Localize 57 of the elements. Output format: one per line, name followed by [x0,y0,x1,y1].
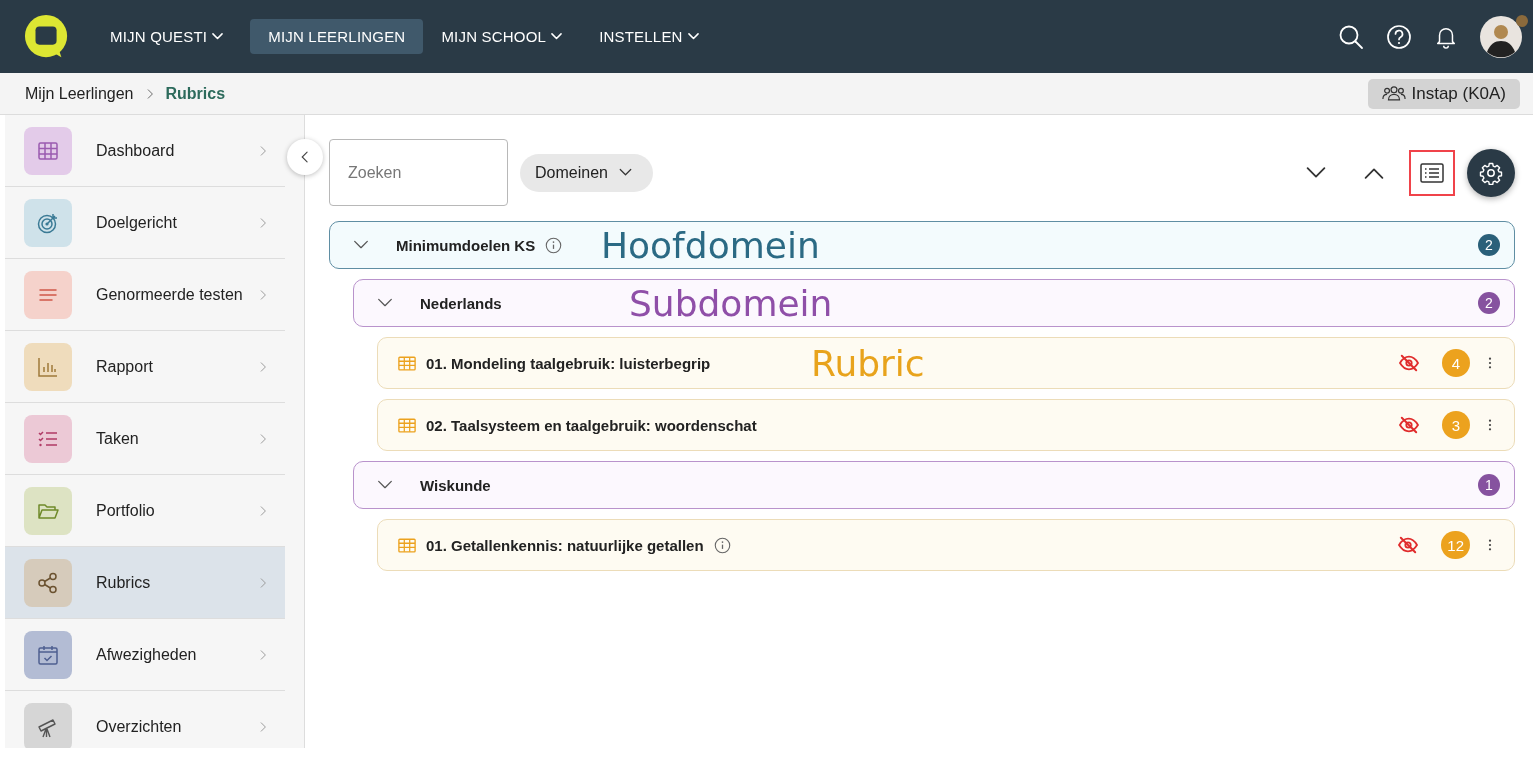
breadcrumb-link[interactable]: Mijn Leerlingen [25,84,134,103]
nav-tab[interactable]: MIJN QUESTI [100,19,243,54]
domain-title: Wiskunde [420,476,491,494]
sidebar-item[interactable]: Rubrics [5,547,285,619]
logo-icon [24,13,70,60]
people-icon [1381,84,1406,103]
more-icon[interactable] [1488,357,1492,369]
help-icon[interactable] [1386,23,1412,50]
list-icon [1420,162,1444,183]
breadcrumb-current: Rubrics [165,84,226,103]
nav-tab[interactable]: INSTELLEN [589,19,718,54]
nav-tab[interactable]: MIJN LEERLINGEN [250,19,424,54]
rubric-title: 02. Taalsysteem en taalgebruik: woordenschat [426,416,757,434]
sidebar-item[interactable]: Dashboard [5,115,285,187]
domain-row[interactable]: Wiskunde 1 [353,461,1515,509]
avatar[interactable] [1480,15,1522,58]
search-icon[interactable] [1338,23,1364,50]
eye-off-icon[interactable] [1398,354,1420,372]
rubric-row[interactable]: 02. Taalsysteem en taalgebruik: woordenschat 3 [377,399,1515,451]
settings-icon [1479,160,1503,185]
class-button[interactable]: Instap (K0A) [1367,78,1520,109]
count-badge: 1 [1478,474,1500,496]
annotation-label: Subdomein [629,282,833,324]
count-badge: 2 [1478,234,1500,256]
table-icon [398,537,416,553]
sidebar-item[interactable]: Afwezigheden [5,619,285,691]
sidebar-item[interactable]: Doelgericht [5,187,285,259]
annotation-label: Hoofdomein [601,224,820,266]
count-badge: 12 [1441,531,1470,559]
eye-off-icon[interactable] [1398,416,1420,434]
rubric-row[interactable]: 01. Getallenkennis: natuurlijke getallen 12 [377,519,1515,571]
domain-row[interactable]: Nederlands Subdomein 2 [353,279,1515,327]
count-badge: 2 [1478,292,1500,314]
rubric-title: 01. Getallenkennis: natuurlijke getallen [426,536,704,554]
more-icon[interactable] [1488,419,1492,431]
eye-off-icon[interactable] [1397,536,1420,554]
settings-button[interactable] [1467,148,1515,197]
domain-filter[interactable]: Domeinen [520,153,653,192]
domain-title: Nederlands [420,294,502,312]
sidebar-item[interactable]: Rapport [5,331,285,403]
nav-tab[interactable]: MIJN SCHOOL [431,19,582,54]
sidebar-item[interactable]: Overzichten [5,691,285,748]
table-icon [398,417,416,433]
rubric-title: 01. Mondeling taalgebruik: luisterbegrip [426,354,711,372]
domain-title: Minimumdoelen KS [396,236,536,254]
count-badge: 4 [1442,349,1470,377]
sidebar-item[interactable]: Taken [5,403,285,475]
rubric-row[interactable]: 01. Mondeling taalgebruik: luisterbegrip Rubric 4 [377,337,1515,389]
more-icon[interactable] [1488,539,1492,551]
count-badge: 3 [1442,411,1470,439]
sidebar-item[interactable]: Portfolio [5,475,285,547]
share-icon [36,570,60,595]
sidebar-item[interactable]: Genormeerde testen [5,259,285,331]
list-view-button[interactable] [1409,149,1455,196]
annotation-label: Rubric [811,342,925,384]
table-icon [398,355,416,371]
search-field[interactable]: Zoeken [329,139,508,206]
